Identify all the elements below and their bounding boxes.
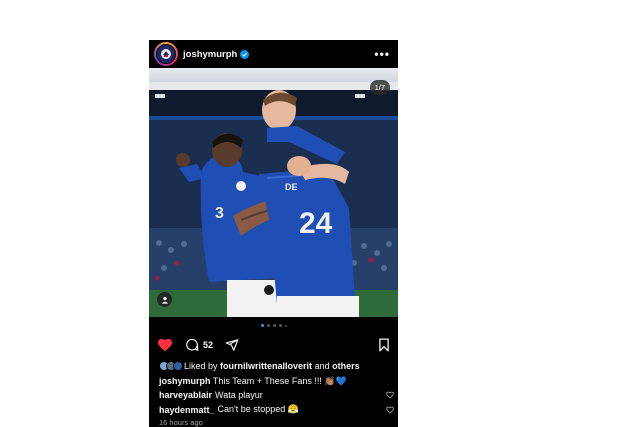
comment-row: haydenmatt_ Can't be stopped 😤	[159, 404, 394, 415]
post-caption: joshymurph This Team + These Fans !!! 👏🏽…	[159, 375, 394, 387]
carousel-counter: 1/7	[369, 80, 390, 95]
liked-by-and: and	[314, 361, 330, 371]
caption-username[interactable]: joshymurph	[159, 376, 211, 386]
svg-text:DE: DE	[285, 182, 298, 192]
comment-row: harveyablair Wata playur	[159, 390, 394, 400]
comment-count: 52	[203, 340, 214, 350]
comment-text: Wata playur	[215, 390, 263, 400]
liker-avatars	[159, 361, 183, 371]
more-icon[interactable]: •••	[374, 48, 390, 60]
post-username[interactable]: joshymurph	[183, 49, 237, 60]
comment-username[interactable]: harveyablair	[159, 390, 212, 400]
liked-by-prefix: Liked by	[184, 361, 218, 371]
svg-text:24: 24	[299, 207, 333, 240]
comment-icon[interactable]	[185, 338, 199, 352]
carousel-dot	[266, 324, 270, 327]
instagram-post: joshymurph ••• 24 DE 3 1/7 52 Liked by f…	[149, 40, 398, 427]
post-header: joshymurph •••	[149, 40, 398, 68]
liked-by-user[interactable]: fournilwrittenalloverit	[220, 361, 312, 371]
heart-icon[interactable]	[157, 338, 173, 352]
svg-text:3: 3	[215, 205, 224, 222]
comment-text: Can't be stopped 😤	[217, 404, 300, 414]
verified-badge-icon	[240, 49, 250, 59]
post-photo[interactable]: 24 DE 3 1/7	[149, 68, 398, 317]
liked-by-row: Liked by fournilwrittenalloverit and oth…	[159, 361, 394, 371]
comment-username[interactable]: haydenmatt_	[159, 405, 215, 415]
comment-like-icon[interactable]	[386, 391, 394, 399]
comment-like-icon[interactable]	[386, 406, 394, 414]
carousel-dot	[284, 324, 287, 327]
carousel-dot-active	[260, 324, 264, 327]
avatar	[173, 361, 183, 371]
celebration-photo: 24 DE 3	[149, 68, 398, 317]
caption-text: This Team + These Fans !!! 👏🏽💙	[212, 376, 347, 386]
bookmark-icon[interactable]	[378, 338, 390, 352]
club-crest-icon	[156, 44, 176, 64]
share-icon[interactable]	[225, 338, 239, 352]
carousel-dots	[149, 324, 398, 327]
avatar[interactable]	[154, 42, 178, 66]
carousel-dot	[272, 324, 276, 327]
carousel-dot	[278, 324, 282, 327]
liked-by-others[interactable]: others	[332, 361, 360, 371]
tag-user-icon[interactable]	[157, 292, 172, 307]
post-timestamp: 16 hours ago	[159, 418, 203, 427]
post-actions: 52	[157, 336, 390, 354]
